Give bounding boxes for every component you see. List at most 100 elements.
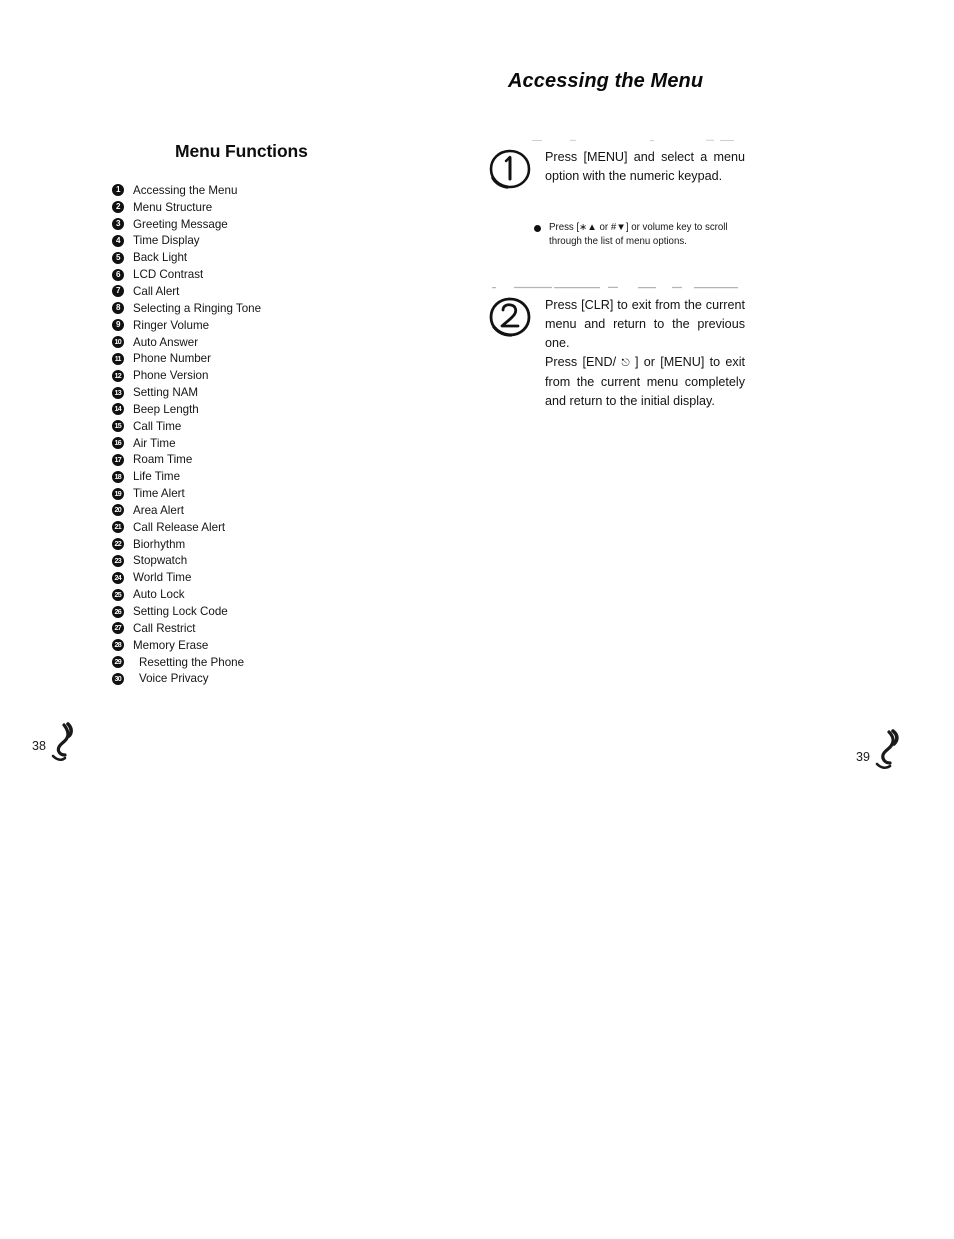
list-item-label: Roam Time: [133, 453, 193, 467]
step-2-text-part2: Press [END/ ⎋ ] or [MENU] to exit from t…: [545, 353, 745, 411]
step-1-body: Press [MENU] and select a menu option wi…: [545, 148, 745, 186]
list-item-number-badge: 26: [112, 605, 124, 618]
list-item-number-badge: 4: [112, 234, 124, 247]
list-item-label: Air Time: [133, 436, 176, 450]
step-1-number-circle-icon: [489, 149, 531, 189]
list-item: 7 Call Alert: [112, 283, 432, 300]
scan-artifact-line: [532, 139, 734, 142]
swirl-ornament-icon: [51, 722, 73, 762]
list-item: 4 Time Display: [112, 233, 432, 250]
step-2-text-part1: Press [CLR] to exit from the current men…: [545, 298, 745, 350]
list-item-number-badge: 15: [112, 420, 124, 433]
list-item: 28 Memory Erase: [112, 637, 432, 654]
list-item: 18 Life Time: [112, 468, 432, 485]
list-item: 3 Greeting Message: [112, 216, 432, 233]
list-item-number-badge: 13: [112, 386, 124, 399]
list-item-number-badge: 14: [112, 403, 124, 416]
list-item-number-badge: 12: [112, 369, 124, 382]
list-item-label: Time Alert: [133, 487, 185, 501]
step-2-body: Press [CLR] to exit from the current men…: [545, 296, 745, 410]
list-item-label: Stopwatch: [133, 554, 188, 568]
list-item-label: Selecting a Ringing Tone: [133, 301, 262, 315]
list-item: 20 Area Alert: [112, 502, 432, 519]
scan-artifact-line: [492, 286, 738, 289]
menu-functions-list: 1 Accessing the Menu 2 Menu Structure 3 Greet…: [112, 182, 432, 687]
list-item-number-badge: 9: [112, 319, 124, 332]
list-item: 22 Biorhythm: [112, 536, 432, 553]
step-1-note-text: Press [∗▲ or #▼] or volume key to scroll…: [549, 222, 728, 248]
list-item: 8 Selecting a Ringing Tone: [112, 300, 432, 317]
list-item-label: Back Light: [133, 251, 188, 265]
list-item-number-badge: 8: [112, 302, 124, 315]
list-item-label: Call Restrict: [133, 621, 196, 635]
list-item-label: Menu Structure: [133, 200, 213, 214]
page-number-right: 39: [856, 750, 870, 764]
list-item-label: Beep Length: [133, 402, 199, 416]
list-item: 12 Phone Version: [112, 367, 432, 384]
list-item-label: Resetting the Phone: [139, 655, 245, 669]
list-item-label: LCD Contrast: [133, 268, 204, 282]
list-item: 23 Stopwatch: [112, 553, 432, 570]
list-item-number-badge: 29: [112, 656, 124, 669]
page-number-left: 38: [32, 739, 46, 753]
list-item-label: Auto Lock: [133, 588, 185, 602]
list-item-number-badge: 3: [112, 218, 124, 231]
list-item: 19 Time Alert: [112, 485, 432, 502]
page-spread: Menu Functions 1 Accessing the Menu 2 Menu …: [0, 0, 954, 800]
list-item-number-badge: 11: [112, 352, 124, 365]
list-item-label: Voice Privacy: [139, 672, 209, 686]
list-item: 25 Auto Lock: [112, 586, 432, 603]
list-item: 9 Ringer Volume: [112, 317, 432, 334]
list-item-number-badge: 17: [112, 453, 124, 466]
chapter-title: Accessing the Menu: [508, 70, 704, 92]
list-item-label: Setting NAM: [133, 386, 199, 400]
list-item-label: Call Alert: [133, 284, 180, 298]
list-item: 14 Beep Length: [112, 401, 432, 418]
list-item: 15 Call Time: [112, 418, 432, 435]
list-item-label: Call Release Alert: [133, 520, 226, 534]
list-item: 30 Voice Privacy: [112, 670, 432, 687]
list-item-label: Life Time: [133, 470, 181, 484]
bullet-dot-icon: [534, 225, 541, 232]
step-2-number-circle-icon: [489, 297, 531, 337]
list-item-label: Call Time: [133, 419, 182, 433]
list-item: 29 Resetting the Phone: [112, 654, 432, 671]
list-item: 11 Phone Number: [112, 350, 432, 367]
list-item-label: Biorhythm: [133, 537, 186, 551]
list-item-number-badge: 5: [112, 251, 124, 264]
step-2-text-prefix: Press [END/: [545, 354, 622, 369]
list-item: 1 Accessing the Menu: [112, 182, 432, 199]
power-symbol-icon: ⎋: [621, 356, 630, 369]
list-item-label: Phone Version: [133, 369, 209, 383]
list-item-number-badge: 1: [112, 184, 124, 197]
list-item-number-badge: 19: [112, 487, 124, 500]
list-item-number-badge: 18: [112, 470, 124, 483]
list-item-label: World Time: [133, 571, 192, 585]
list-item-label: Ringer Volume: [133, 318, 210, 332]
list-item-number-badge: 30: [112, 672, 124, 685]
list-item-number-badge: 2: [112, 201, 124, 214]
list-item: 13 Setting NAM: [112, 384, 432, 401]
list-item-number-badge: 27: [112, 622, 124, 635]
list-item: 21 Call Release Alert: [112, 519, 432, 536]
list-item-number-badge: 21: [112, 521, 124, 534]
list-item: 26 Setting Lock Code: [112, 603, 432, 620]
list-item-label: Setting Lock Code: [133, 605, 228, 619]
list-item: 16 Air Time: [112, 435, 432, 452]
list-item: 27 Call Restrict: [112, 620, 432, 637]
list-item: 2 Menu Structure: [112, 199, 432, 216]
list-item-label: Phone Number: [133, 352, 211, 366]
list-item-number-badge: 16: [112, 437, 124, 450]
list-item-number-badge: 25: [112, 588, 124, 601]
list-item-number-badge: 7: [112, 285, 124, 298]
list-item-number-badge: 22: [112, 538, 124, 551]
list-item-label: Area Alert: [133, 503, 184, 517]
list-item-number-badge: 23: [112, 554, 124, 567]
list-item: 6 LCD Contrast: [112, 266, 432, 283]
list-item: 10 Auto Answer: [112, 334, 432, 351]
list-item-label: Time Display: [133, 234, 200, 248]
list-item-number-badge: 6: [112, 268, 124, 281]
list-item-number-badge: 24: [112, 571, 124, 584]
list-item-number-badge: 10: [112, 336, 124, 349]
list-item-label: Accessing the Menu: [133, 183, 238, 197]
